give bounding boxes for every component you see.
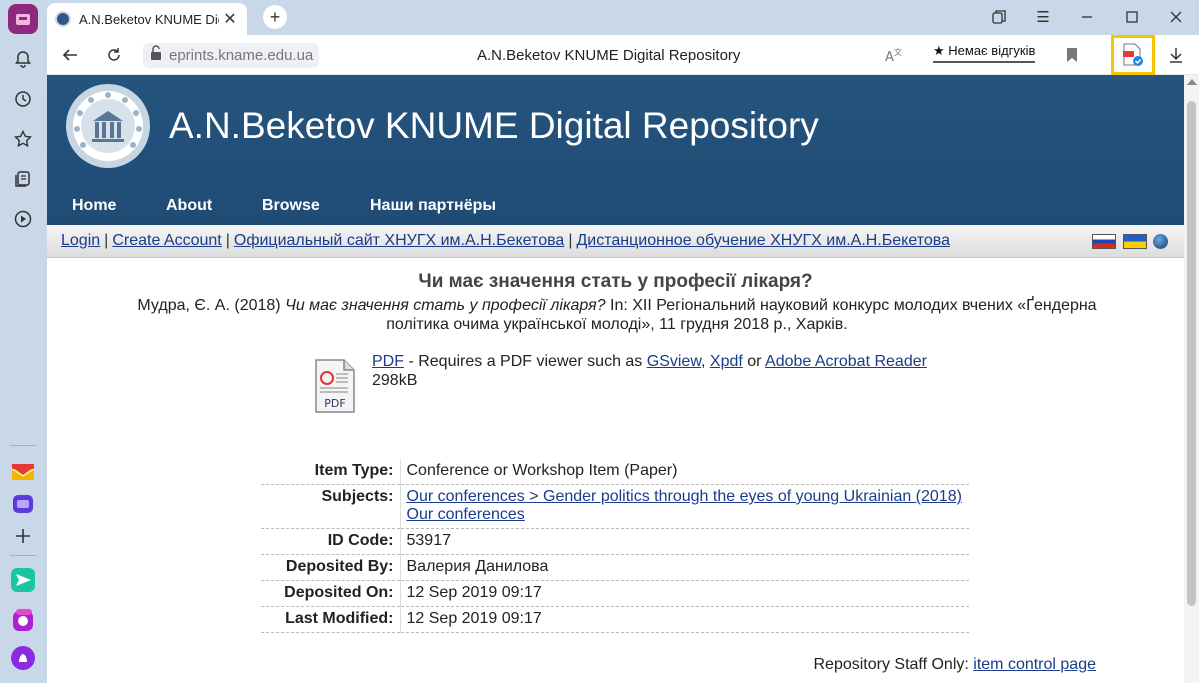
send-icon[interactable] xyxy=(8,565,38,595)
deposited-on-label: Deposited On: xyxy=(261,580,400,607)
metadata-table: Item Type: Conference or Workshop Item (… xyxy=(261,459,969,633)
xpdf-link[interactable]: Xpdf xyxy=(710,353,743,370)
table-row: Last Modified: 12 Sep 2019 09:17 xyxy=(261,606,969,633)
table-row: Item Type: Conference or Workshop Item (… xyxy=(261,459,969,485)
subjects-value: Our conferences > Gender politics throug… xyxy=(399,484,970,529)
last-modified-value: 12 Sep 2019 09:17 xyxy=(399,606,969,633)
citation-title: Чи має значення стать у професії лікаря? xyxy=(285,297,606,314)
staff-label: Repository Staff Only: xyxy=(813,656,974,673)
subject-link-conferences[interactable]: Our conferences xyxy=(407,506,970,524)
downloads-icon[interactable] xyxy=(1165,44,1187,66)
item-control-page-link[interactable]: item control page xyxy=(973,656,1096,673)
scroll-thumb[interactable] xyxy=(1187,101,1196,606)
id-code-value: 53917 xyxy=(399,528,969,555)
id-code-label: ID Code: xyxy=(261,528,400,555)
pdf-document-icon[interactable]: PDF xyxy=(314,358,356,414)
document-info: PDF - Requires a PDF viewer such as GSvi… xyxy=(372,352,927,390)
sidebar-divider xyxy=(10,445,36,446)
create-account-link[interactable]: Create Account xyxy=(112,232,221,250)
official-site-link[interactable]: Официальный сайт ХНУГХ им.А.Н.Бекетова xyxy=(234,232,564,250)
menu-browse[interactable]: Browse xyxy=(262,197,320,215)
login-link[interactable]: Login xyxy=(61,232,100,250)
citation-authors: Мудра, Є. А. (2018) xyxy=(137,297,286,314)
tab-close-icon[interactable]: ✕ xyxy=(221,9,239,29)
menu-icon[interactable]: ☰ xyxy=(1031,6,1055,28)
menu-home[interactable]: Home xyxy=(72,197,116,215)
table-row: Deposited On: 12 Sep 2019 09:17 xyxy=(261,580,969,607)
minimize-icon[interactable] xyxy=(1075,6,1099,28)
deposited-on-value: 12 Sep 2019 09:17 xyxy=(399,580,969,607)
item-type-value: Conference or Workshop Item (Paper) xyxy=(399,459,969,485)
pdf-requires-text: - Requires a PDF viewer such as xyxy=(404,353,647,370)
translate-icon[interactable]: A文 xyxy=(883,44,905,66)
back-arrow-icon[interactable] xyxy=(59,44,81,66)
site-favicon-icon xyxy=(55,11,71,27)
notifications-icon[interactable] xyxy=(8,44,38,74)
item-title: Чи має значення стать у професії лікаря? xyxy=(418,271,813,292)
russian-flag-icon[interactable] xyxy=(1092,234,1116,249)
lock-open-icon[interactable] xyxy=(149,45,163,66)
subject-link-gender-politics[interactable]: Our conferences > Gender politics throug… xyxy=(407,488,970,506)
link-bar: Login | Create Account | Официальный сайт … xyxy=(47,225,1184,258)
scroll-up-arrow-icon[interactable] xyxy=(1187,79,1197,85)
site-header: A.N.Beketov KNUME Digital Repository Hom… xyxy=(47,75,1184,225)
site-title: A.N.Beketov KNUME Digital Repository xyxy=(169,105,819,146)
svg-text:文: 文 xyxy=(894,47,902,57)
play-icon[interactable] xyxy=(8,204,38,234)
item-type-label: Item Type: xyxy=(261,459,400,485)
vertical-scrollbar[interactable] xyxy=(1184,75,1199,683)
globe-icon[interactable] xyxy=(1153,234,1168,249)
subjects-label: Subjects: xyxy=(261,484,400,529)
url-text: eprints.kname.edu.ua xyxy=(169,47,314,64)
site-menu: Home About Browse Наши партнёры xyxy=(47,195,1184,225)
university-seal-icon xyxy=(66,84,150,168)
address-bar-title: A.N.Beketov KNUME Digital Repository xyxy=(477,47,741,64)
history-icon[interactable] xyxy=(8,84,38,114)
url-field[interactable]: eprints.kname.edu.ua xyxy=(143,43,320,68)
table-row: Subjects: Our conferences > Gender polit… xyxy=(261,484,970,529)
table-row: ID Code: 53917 xyxy=(261,528,969,555)
assistant-icon[interactable] xyxy=(8,643,38,673)
active-tab[interactable]: A.N.Beketov KNUME Dig ✕ xyxy=(47,3,247,35)
svg-text:A: A xyxy=(885,50,894,64)
menu-partners[interactable]: Наши партнёры xyxy=(370,197,496,215)
browser-sidebar xyxy=(0,0,47,683)
tab-title: A.N.Beketov KNUME Dig xyxy=(79,11,219,27)
new-tab-button[interactable]: + xyxy=(263,5,287,29)
last-modified-label: Last Modified: xyxy=(261,606,400,633)
viewer-separator: , xyxy=(701,353,710,370)
browser-logo-icon[interactable] xyxy=(8,4,38,34)
acrobat-reader-link[interactable]: Adobe Acrobat Reader xyxy=(765,353,927,370)
citation: Мудра, Є. А. (2018) Чи має значення стат… xyxy=(127,296,1107,334)
tab-manager-icon[interactable] xyxy=(987,6,1011,28)
mail-icon[interactable] xyxy=(8,457,38,487)
pdf-extension-icon[interactable] xyxy=(1111,35,1155,75)
distance-learning-link[interactable]: Дистанционное обучение ХНУГХ им.А.Н.Беке… xyxy=(576,232,950,250)
messenger-icon[interactable] xyxy=(8,489,38,519)
maximize-icon[interactable] xyxy=(1120,6,1144,28)
collections-icon[interactable] xyxy=(8,164,38,194)
sidebar-divider xyxy=(10,555,36,556)
deposited-by-label: Deposited By: xyxy=(261,554,400,581)
file-size: 298kB xyxy=(372,372,418,389)
pdf-icon-label: PDF xyxy=(324,397,345,410)
menu-about[interactable]: About xyxy=(166,197,212,215)
bookmarks-star-icon[interactable] xyxy=(8,124,38,154)
add-icon[interactable] xyxy=(8,521,38,551)
deposited-by-value: Валерия Данилова xyxy=(399,554,969,581)
close-window-icon[interactable] xyxy=(1164,6,1188,28)
ukrainian-flag-icon[interactable] xyxy=(1123,234,1147,249)
staff-only: Repository Staff Only: item control page xyxy=(47,656,1096,674)
viewer-or: or xyxy=(742,353,766,370)
bookmark-icon[interactable] xyxy=(1061,44,1083,66)
table-row: Deposited By: Валерия Данилова xyxy=(261,554,969,581)
address-bar: eprints.kname.edu.ua A.N.Beketov KNUME D… xyxy=(47,35,1199,75)
pdf-link[interactable]: PDF xyxy=(372,353,404,370)
web-page: A.N.Beketov KNUME Digital Repository Hom… xyxy=(47,75,1184,683)
reload-icon[interactable] xyxy=(103,44,125,66)
gsview-link[interactable]: GSview xyxy=(647,353,701,370)
alice-icon[interactable] xyxy=(8,606,38,636)
tab-bar: A.N.Beketov KNUME Dig ✕ + ☰ xyxy=(47,0,1199,35)
reviews-button[interactable]: ★ Немає відгуків xyxy=(933,43,1036,63)
